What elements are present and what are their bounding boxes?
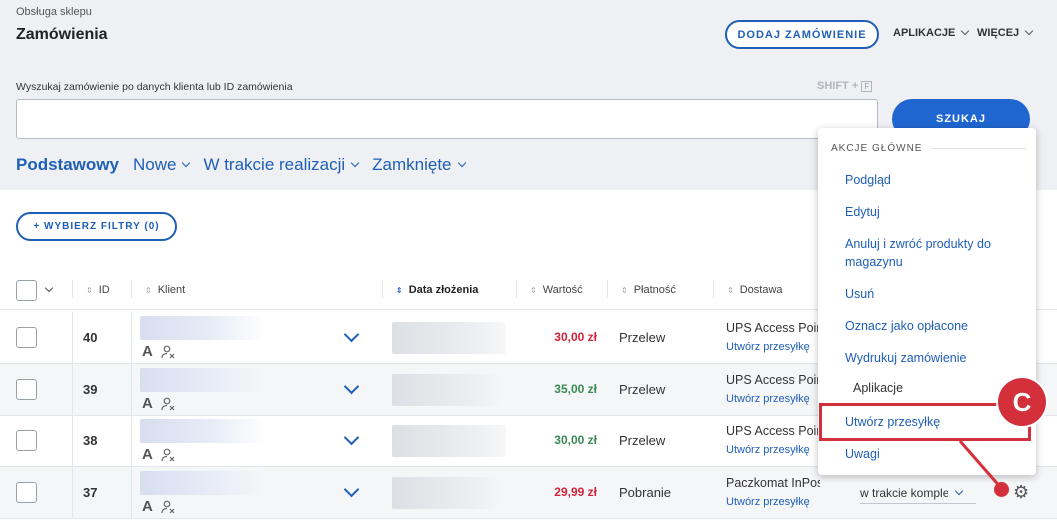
annotation-pointer-line [958, 440, 1004, 490]
annotation-dot [994, 482, 1009, 497]
annotation-badge: C [998, 378, 1046, 426]
